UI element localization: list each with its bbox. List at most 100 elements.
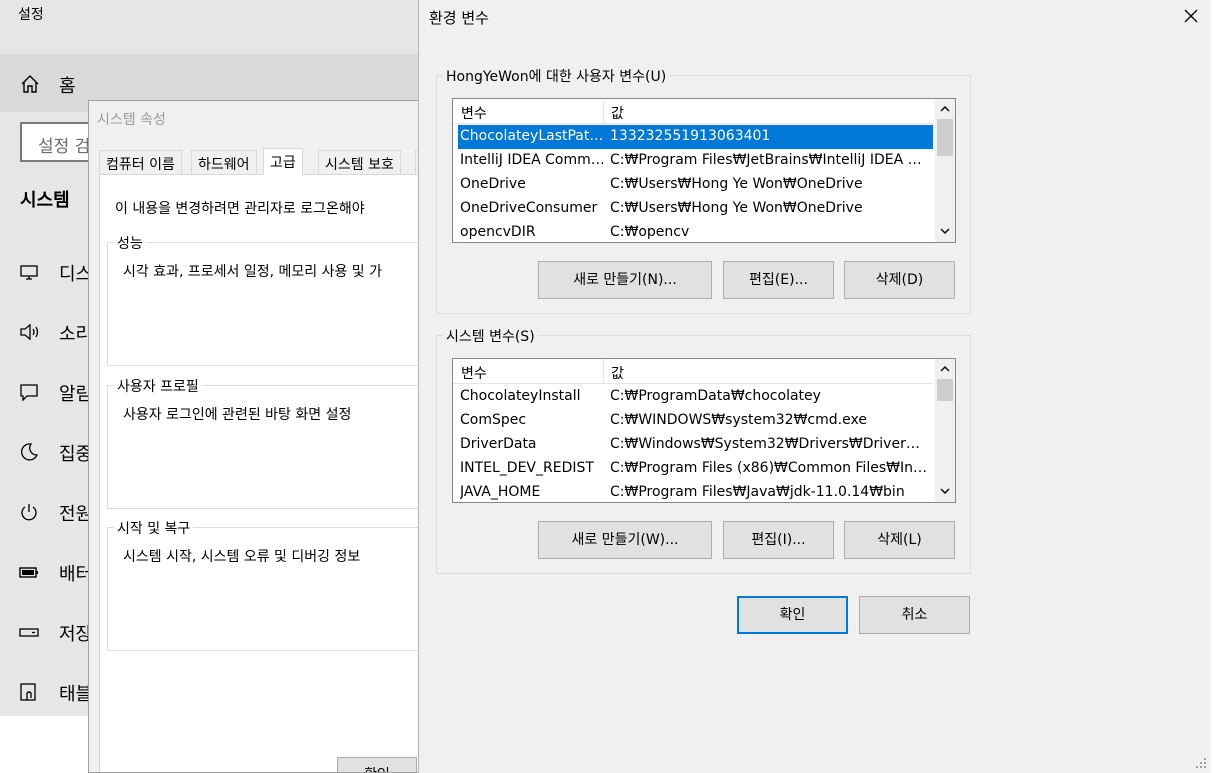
group-title: 성능 [114,233,146,253]
chevron-down-icon [935,488,955,495]
group-description: 사용자 로그인에 관련된 바탕 화면 설정 [123,407,352,423]
user-variables-title: HongYeWon에 대한 사용자 변수(U) [443,66,670,86]
user-edit-button[interactable]: 편집(E)... [723,261,834,299]
user-profile-group: 사용자 프로필 사용자 로그인에 관련된 바탕 화면 설정 [107,376,420,509]
settings-home-label: 홈 [59,76,76,97]
variable-name: IntelliJ IDEA Community Edition [460,152,606,168]
variable-name: INTEL_DEV_REDIST [460,460,594,476]
system-edit-button[interactable]: 편집(I)... [723,521,834,559]
variable-value: C:₩Users₩Hong Ye Won₩OneDrive [610,176,863,192]
system-properties-title: 시스템 속성 [97,112,166,128]
tab-advanced[interactable]: 고급 [263,148,303,175]
home-icon [20,74,40,94]
scroll-up-button[interactable] [935,359,955,379]
user-new-button[interactable]: 새로 만들기(N)... [538,261,712,299]
group-description: 시각 효과, 프로세서 일정, 메모리 사용 및 가 [123,264,383,280]
variable-name: ComSpec [460,412,527,428]
table-row[interactable]: IntelliJ IDEA Community Edition C:₩Progr… [453,149,933,173]
moon-icon [19,442,39,462]
variable-value: C:₩ProgramData₩chocolatey [610,388,821,404]
scroll-down-button[interactable] [935,222,955,242]
monitor-icon [19,262,39,282]
tab-computer-name[interactable]: 컴퓨터 이름 [99,150,182,174]
settings-nav-storage[interactable]: 저장 [0,611,92,655]
scroll-thumb[interactable] [937,119,953,156]
variable-name: JAVA_HOME [460,484,541,500]
system-properties-tabs: 컴퓨터 이름 하드웨어 고급 시스템 보호 원 [99,148,420,175]
chevron-up-icon [935,365,955,372]
variable-value: C:₩WINDOWS₩system32₩cmd.exe [610,412,867,428]
table-row[interactable]: OneDriveConsumer C:₩Users₩Hong Ye Won₩On… [453,197,933,221]
speaker-icon [19,322,41,342]
ok-button[interactable]: 확인 [737,596,848,634]
scroll-down-button[interactable] [935,482,955,502]
variable-value: C:₩Program Files (x86)₩Common Files₩Inte… [610,460,928,476]
tab-system-protection[interactable]: 시스템 보호 [318,150,401,174]
variable-value: C:₩Users₩Hong Ye Won₩OneDrive [610,200,863,216]
variable-name: DriverData [460,436,537,452]
group-description: 시스템 시작, 시스템 오류 및 디버깅 정보 [123,549,361,565]
group-title: 시작 및 복구 [114,518,194,538]
battery-icon [19,562,39,582]
settings-nav-notifications[interactable]: 알림 [0,371,92,415]
tablet-icon [19,682,39,702]
scroll-up-button[interactable] [935,99,955,119]
admin-notice: 이 내용을 변경하려면 관리자로 로그온해야 [115,201,365,217]
variable-name: OneDrive [460,176,526,192]
settings-nav-battery[interactable]: 배터 [0,551,92,595]
vertical-scrollbar[interactable] [935,359,955,502]
performance-group: 성능 시각 효과, 프로세서 일정, 메모리 사용 및 가 [107,233,420,366]
group-title: 사용자 프로필 [114,376,202,396]
variable-name: OneDriveConsumer [460,200,598,216]
table-row[interactable]: DriverData C:₩Windows₩System32₩Drivers₩D… [453,433,933,457]
settings-nav-power[interactable]: 전원 [0,491,92,535]
vertical-scrollbar[interactable] [935,99,955,242]
close-button[interactable] [1171,0,1211,32]
resize-grip-icon[interactable] [1195,757,1207,769]
close-icon [1171,9,1211,23]
table-row[interactable]: ComSpec C:₩WINDOWS₩system32₩cmd.exe [453,409,933,433]
table-row[interactable]: ChocolateyLastPathUpdate 133232551913063… [453,125,933,149]
table-row[interactable]: opencvDIR C:₩opencv [453,221,933,242]
system-variables-frame: 시스템 변수(S) 변수 값 ChocolateyInstall C:₩Prog… [436,326,971,574]
cancel-button[interactable]: 취소 [859,596,970,634]
variable-name: ChocolateyLastPathUpdate [458,128,606,144]
table-row[interactable]: OneDrive C:₩Users₩Hong Ye Won₩OneDrive [453,173,933,197]
column-header-value[interactable]: 값 [604,99,631,127]
system-new-button[interactable]: 새로 만들기(W)... [538,521,712,559]
settings-search-placeholder: 설정 검 [38,137,91,157]
column-header-variable[interactable]: 변수 [453,359,604,384]
variable-value: C:₩opencv [610,224,690,240]
tab-hardware[interactable]: 하드웨어 [191,150,257,174]
column-header-variable[interactable]: 변수 [453,99,604,124]
power-icon [19,502,39,522]
table-row[interactable]: JAVA_HOME C:₩Program Files₩Java₩jdk-11.0… [453,481,933,502]
system-properties-ok-button[interactable]: 확인 [337,757,417,772]
variable-name: opencvDIR [460,224,536,240]
table-row[interactable]: ChocolateyInstall C:₩ProgramData₩chocola… [453,385,933,409]
system-properties-dialog: 시스템 속성 컴퓨터 이름 하드웨어 고급 시스템 보호 원 이 내용을 변경하… [88,100,420,773]
notification-icon [19,382,39,402]
list-header: 변수 값 [453,99,933,124]
table-row[interactable]: INTEL_DEV_REDIST C:₩Program Files (x86)₩… [453,457,933,481]
settings-nav-tablet[interactable]: 태블 [0,671,92,715]
settings-title: 설정 [18,7,44,23]
settings-nav-display[interactable]: 디스 [0,251,92,295]
user-delete-button[interactable]: 삭제(D) [844,261,955,299]
dialog-title: 환경 변수 [429,9,489,27]
system-variables-list[interactable]: 변수 값 ChocolateyInstall C:₩ProgramData₩ch… [452,358,956,503]
scroll-thumb[interactable] [937,379,953,401]
user-variables-list[interactable]: 변수 값 ChocolateyLastPathUpdate 1332325519… [452,98,956,243]
variable-value: C:₩Program Files₩Java₩jdk-11.0.14₩bin [610,484,905,500]
settings-nav-focus[interactable]: 집중 [0,431,92,475]
environment-variables-dialog: 환경 변수 HongYeWon에 대한 사용자 변수(U) 변수 값 Choco… [418,0,1211,773]
variable-value: 133232551913063401 [610,128,771,144]
storage-icon [19,622,39,642]
variable-value: C:₩Program Files₩JetBrains₩IntelliJ IDEA… [610,152,928,168]
variable-value: C:₩Windows₩System32₩Drivers₩DriverData [610,436,928,452]
system-variables-title: 시스템 변수(S) [443,326,538,346]
chevron-down-icon [935,228,955,235]
column-header-value[interactable]: 값 [604,359,631,387]
settings-nav-sound[interactable]: 소리 [0,311,92,355]
system-delete-button[interactable]: 삭제(L) [844,521,955,559]
